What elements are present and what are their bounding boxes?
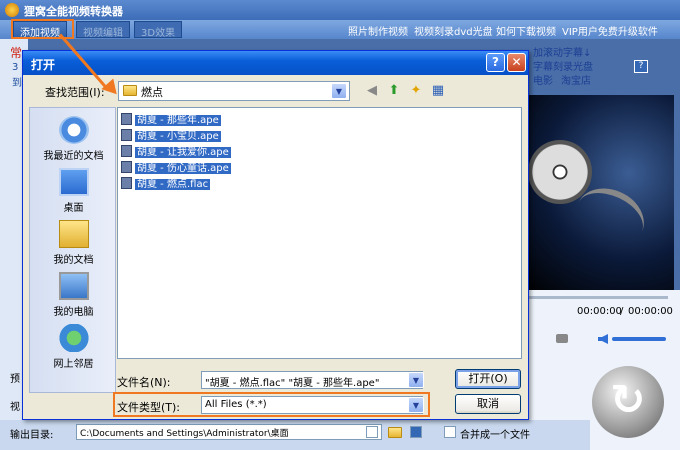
my-computer-icon xyxy=(58,272,89,300)
dialog-help-button[interactable]: ? xyxy=(486,53,505,72)
audio-file-icon xyxy=(121,177,132,189)
add-video-highlight xyxy=(11,19,74,39)
look-in-value: 燃点 xyxy=(141,86,163,99)
audio-file-icon xyxy=(121,129,132,141)
photo-video-link[interactable]: 照片制作视频 xyxy=(348,23,408,38)
place-label: 桌面 xyxy=(63,203,84,214)
places-bar: 我最近的文档 桌面 我的文档 我的电脑 网上邻居 xyxy=(29,107,116,393)
side-fragment: 常 xyxy=(10,46,23,60)
download-video-link[interactable]: 如何下载视频 xyxy=(496,23,556,38)
list-item[interactable]: 胡夏 - 让我爱你.ape xyxy=(121,143,231,158)
promo-link[interactable]: 电影 xyxy=(533,72,553,87)
place-label: 网上邻居 xyxy=(53,359,94,370)
open-button[interactable]: 打开(O) xyxy=(455,369,521,389)
chevron-down-icon[interactable]: ▼ xyxy=(331,83,347,99)
seek-bar[interactable] xyxy=(528,296,668,299)
app-title-bar: 狸窝全能视频转换器 xyxy=(0,0,680,20)
list-item[interactable]: 胡夏 - 燃点.flac xyxy=(121,175,211,190)
vip-upgrade-link[interactable]: VIP用户免费升级软件 xyxy=(562,23,658,38)
list-item[interactable]: 胡夏 - 伤心童话.ape xyxy=(121,159,231,174)
time-separator: / xyxy=(620,306,624,317)
side-fragment: 3 xyxy=(12,62,19,73)
time-current: 00:00:00 xyxy=(577,306,622,317)
output-dropdown-arrow[interactable] xyxy=(366,426,378,438)
browse-folder-icon[interactable] xyxy=(388,427,402,438)
new-folder-icon[interactable]: ✦ xyxy=(407,83,425,99)
place-my-documents[interactable]: 我的文档 xyxy=(30,220,117,266)
dialog-close-button[interactable]: ✕ xyxy=(507,53,526,72)
app-logo-icon xyxy=(5,3,19,17)
edit-video-button[interactable]: 视频编辑 xyxy=(76,21,130,39)
desktop-icon xyxy=(58,168,89,196)
place-label: 我的文档 xyxy=(53,255,94,266)
place-label: 我的电脑 xyxy=(53,307,94,318)
view-menu-icon[interactable]: ▦ xyxy=(429,83,447,99)
volume-slider[interactable] xyxy=(612,337,666,341)
file-list[interactable]: 胡夏 - 那些年.ape 胡夏 - 小宝贝.ape 胡夏 - 让我爱你.ape … xyxy=(117,107,522,359)
side-label: 预 xyxy=(10,374,20,385)
output-path-field[interactable]: C:\Documents and Settings\Administrator\… xyxy=(76,424,382,440)
file-name: 胡夏 - 让我爱你.ape xyxy=(135,147,231,158)
merge-checkbox[interactable] xyxy=(444,426,456,438)
promo-link[interactable]: 字幕刻录光盘 xyxy=(533,58,593,73)
audio-file-icon xyxy=(121,161,132,173)
file-name: 胡夏 - 那些年.ape xyxy=(135,115,221,126)
chevron-down-icon[interactable]: ▼ xyxy=(408,372,424,388)
start-convert-button[interactable]: ↻ xyxy=(592,366,664,438)
open-folder-button[interactable] xyxy=(410,426,422,438)
side-label: 视 xyxy=(10,402,20,413)
promo-link[interactable]: 加滚动字幕↓ xyxy=(533,44,591,59)
film-reel-icon xyxy=(528,140,592,204)
filetype-highlight xyxy=(113,392,430,417)
time-total: 00:00:00 xyxy=(628,306,673,317)
dialog-title-bar: 打开 xyxy=(23,51,528,75)
refresh-arrow-icon: ↻ xyxy=(610,375,646,424)
folder-icon xyxy=(123,85,137,96)
snapshot-camera-icon[interactable] xyxy=(556,334,568,343)
place-desktop[interactable]: 桌面 xyxy=(30,168,117,214)
filename-input[interactable]: "胡夏 - 燃点.flac" "胡夏 - 那些年.ape" xyxy=(201,371,423,389)
recent-documents-icon xyxy=(58,116,89,144)
file-name: 胡夏 - 小宝贝.ape xyxy=(135,131,221,142)
3d-effect-button[interactable]: 3D效果 xyxy=(134,21,183,39)
cancel-button[interactable]: 取消 xyxy=(455,394,521,414)
open-file-dialog: 打开 ? ✕ 查找范围(I): 燃点 ▼ ◀ ⬆ ✦ ▦ 我最近的文档 桌面 我… xyxy=(22,50,529,420)
list-item[interactable]: 胡夏 - 小宝贝.ape xyxy=(121,127,221,142)
app-toolbar: 添加视频 视频编辑 3D效果 照片制作视频 视频刻录dvd光盘 如何下载视频 V… xyxy=(0,20,680,39)
look-in-combo[interactable]: 燃点 ▼ xyxy=(118,81,350,101)
dialog-title: 打开 xyxy=(31,58,56,72)
network-globe-icon xyxy=(58,324,89,352)
merge-label: 合并成一个文件 xyxy=(460,430,530,441)
up-folder-icon[interactable]: ⬆ xyxy=(385,83,403,99)
app-help-button[interactable]: ? xyxy=(634,60,648,73)
my-documents-icon xyxy=(58,220,89,248)
place-network[interactable]: 网上邻居 xyxy=(30,324,117,370)
back-icon[interactable]: ◀ xyxy=(363,83,381,99)
output-dir-label: 输出目录: xyxy=(10,430,54,441)
burn-dvd-link[interactable]: 视频刻录dvd光盘 xyxy=(414,23,493,38)
promo-link[interactable]: 淘宝店 xyxy=(561,72,591,87)
audio-file-icon xyxy=(121,113,132,125)
look-in-label: 查找范围(I): xyxy=(45,86,105,99)
side-fragment: 到 xyxy=(12,78,22,89)
list-item[interactable]: 胡夏 - 那些年.ape xyxy=(121,111,221,126)
place-recent-documents[interactable]: 我最近的文档 xyxy=(30,116,117,162)
place-label: 我最近的文档 xyxy=(43,151,104,162)
file-name: 胡夏 - 燃点.flac xyxy=(135,179,211,190)
app-title: 狸窝全能视频转换器 xyxy=(24,5,123,18)
place-my-computer[interactable]: 我的电脑 xyxy=(30,272,117,318)
filename-label: 文件名(N): xyxy=(117,376,171,389)
file-name: 胡夏 - 伤心童话.ape xyxy=(135,163,231,174)
audio-file-icon xyxy=(121,145,132,157)
